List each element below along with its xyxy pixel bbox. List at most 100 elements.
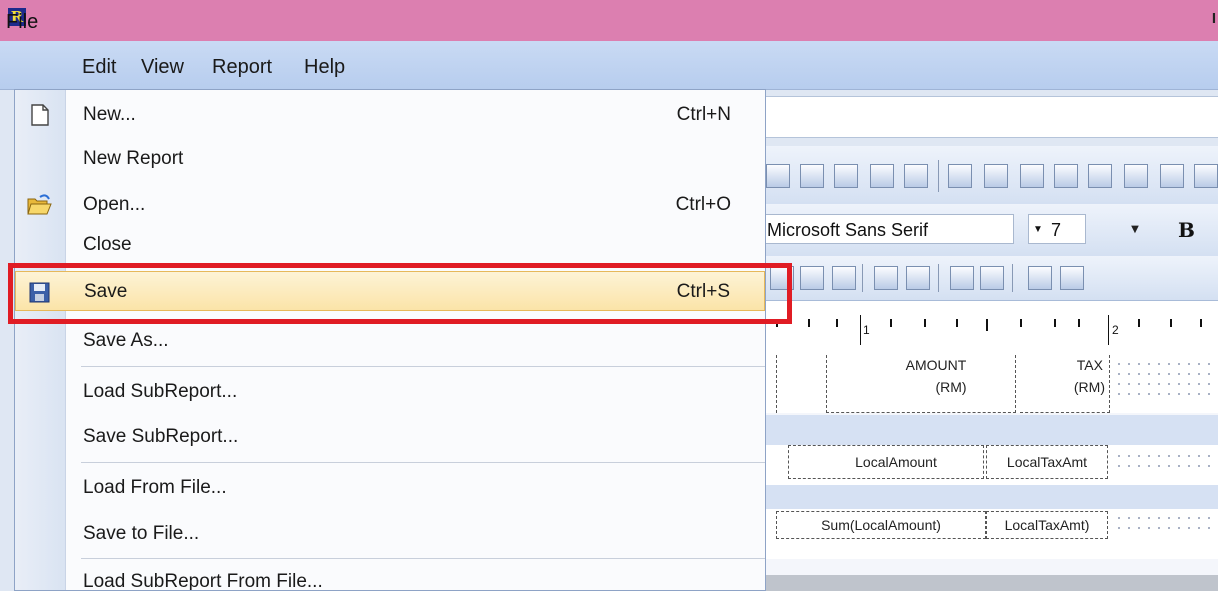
toolbar-button-icon[interactable] bbox=[1088, 164, 1112, 188]
menu-item-label: Close bbox=[83, 234, 132, 255]
address-area bbox=[764, 96, 1218, 138]
ruler-tick bbox=[808, 319, 810, 327]
menu-item-label: New... bbox=[83, 104, 136, 125]
toolbar-row-3 bbox=[764, 256, 1218, 301]
toolbar-button-icon[interactable] bbox=[1160, 164, 1184, 188]
menu-item-save-to-file[interactable]: Save to File... bbox=[15, 514, 765, 554]
menu-item-label: New Report bbox=[83, 148, 184, 169]
menu-file-label: File bbox=[6, 11, 39, 33]
ruler-tick bbox=[890, 319, 892, 327]
spacing-icon[interactable] bbox=[980, 266, 1004, 290]
font-size-combo[interactable]: 7 ▼ bbox=[1028, 214, 1086, 244]
open-folder-icon bbox=[27, 194, 52, 215]
align-bottom-icon[interactable] bbox=[832, 266, 856, 290]
amount-header-field[interactable]: AMOUNT (RM) bbox=[826, 355, 1016, 413]
menu-item-label: Load SubReport... bbox=[83, 381, 238, 402]
ruler-tick bbox=[986, 319, 988, 331]
menu-item-new[interactable]: New... Ctrl+N bbox=[15, 95, 765, 135]
ruler-tick bbox=[836, 319, 838, 327]
align-left-icon[interactable] bbox=[874, 266, 898, 290]
local-amount-label: LocalAmount bbox=[855, 454, 937, 470]
ruler-tick bbox=[1108, 315, 1109, 345]
menu-bar: Edit View Report Help bbox=[0, 41, 1218, 90]
menu-edit[interactable]: Edit bbox=[82, 55, 116, 79]
local-tax-field[interactable]: LocalTaxAmt bbox=[986, 445, 1108, 479]
chevron-down-icon: ▼ bbox=[1033, 224, 1043, 235]
bold-button[interactable]: B bbox=[1178, 218, 1195, 242]
field-stub bbox=[776, 355, 796, 413]
menu-item-label: Load From File... bbox=[83, 477, 227, 498]
amount-header-label: AMOUNT bbox=[905, 357, 967, 373]
ruler-tick bbox=[1078, 319, 1080, 327]
align-top-icon[interactable] bbox=[800, 266, 824, 290]
ruler-tick bbox=[1138, 319, 1140, 327]
toolbar-button-icon[interactable] bbox=[766, 164, 790, 188]
toolbar-separator bbox=[862, 264, 863, 292]
tax-header-field[interactable]: TAX (RM) bbox=[1020, 355, 1110, 413]
menu-view[interactable]: View bbox=[141, 55, 184, 79]
sum-amount-field[interactable]: Sum(LocalAmount) bbox=[776, 511, 986, 539]
report-design-area: AMOUNT (RM) TAX (RM) LocalAmount LocalTa… bbox=[764, 345, 1218, 591]
grid-dots bbox=[1114, 513, 1214, 535]
bottom-band bbox=[764, 575, 1218, 591]
toolbar-button-icon[interactable] bbox=[1124, 164, 1148, 188]
spacing-icon[interactable] bbox=[950, 266, 974, 290]
toolbar-separator bbox=[938, 160, 939, 192]
local-amount-field[interactable]: LocalAmount bbox=[788, 445, 984, 479]
menu-item-open[interactable]: Open... Ctrl+O bbox=[15, 185, 765, 225]
toolbar-button-icon[interactable] bbox=[800, 164, 824, 188]
toolbar-button-icon[interactable] bbox=[984, 164, 1008, 188]
ruler-tick bbox=[1054, 319, 1056, 327]
ruler-tick bbox=[860, 315, 861, 345]
title-text: I bbox=[1211, 10, 1216, 27]
menu-item-save-as[interactable]: Save As... bbox=[15, 321, 765, 361]
font-size-value: 7 bbox=[1051, 220, 1062, 240]
size-icon[interactable] bbox=[1060, 266, 1084, 290]
menu-item-new-report[interactable]: New Report bbox=[15, 139, 765, 179]
ruler-mark-2: 2 bbox=[1112, 323, 1119, 337]
pin-icon[interactable] bbox=[1194, 164, 1218, 188]
ruler-tick bbox=[1020, 319, 1022, 327]
menu-item-load-from-file[interactable]: Load From File... bbox=[15, 468, 765, 508]
align-right-icon[interactable] bbox=[906, 266, 930, 290]
menu-item-save-subreport[interactable]: Save SubReport... bbox=[15, 417, 765, 457]
band-footer-strip bbox=[764, 485, 1218, 509]
sum-tax-label: LocalTaxAmt) bbox=[1004, 517, 1090, 533]
ruler-mark-1: 1 bbox=[863, 323, 870, 337]
file-menu-dropdown: New... Ctrl+N New Report Open... Ctrl+O … bbox=[14, 89, 766, 591]
ruler-tick bbox=[1170, 319, 1172, 327]
toolbar-button-icon[interactable] bbox=[1020, 164, 1044, 188]
sum-amount-label: Sum(LocalAmount) bbox=[821, 517, 941, 533]
menu-item-load-subreport-from-file[interactable]: Load SubReport From File... bbox=[15, 562, 765, 591]
menu-item-label: Save SubReport... bbox=[83, 426, 239, 447]
grid-dots bbox=[1114, 451, 1214, 475]
toolbar-button-icon[interactable] bbox=[1054, 164, 1078, 188]
grid-dots bbox=[1114, 359, 1214, 399]
toolbar-button-icon[interactable] bbox=[904, 164, 928, 188]
ruler-tick bbox=[924, 319, 926, 327]
menu-help[interactable]: Help bbox=[304, 55, 345, 79]
toolbar-separator bbox=[938, 264, 939, 292]
font-name-combo[interactable]: Microsoft Sans Serif bbox=[764, 214, 1014, 244]
sum-tax-field[interactable]: LocalTaxAmt) bbox=[986, 511, 1108, 539]
size-icon[interactable] bbox=[1028, 266, 1052, 290]
toolbar-row-2: Microsoft Sans Serif 7 ▼ ▼ B bbox=[764, 204, 1218, 257]
menu-item-label: Save As... bbox=[83, 330, 169, 351]
toolbar-button-icon[interactable] bbox=[834, 164, 858, 188]
menu-item-load-subreport[interactable]: Load SubReport... bbox=[15, 372, 765, 412]
menu-item-label: Open... bbox=[83, 194, 146, 215]
band-header-strip bbox=[764, 415, 1218, 445]
local-tax-label: LocalTaxAmt bbox=[1006, 454, 1088, 470]
toolbar-button-icon[interactable] bbox=[870, 164, 894, 188]
toolbar-separator bbox=[1012, 264, 1013, 292]
menu-separator bbox=[81, 558, 765, 559]
ruler-tick bbox=[1200, 319, 1202, 327]
menu-separator bbox=[81, 366, 765, 367]
menu-item-label: Load SubReport From File... bbox=[83, 571, 323, 591]
menu-item-close[interactable]: Close bbox=[15, 225, 765, 265]
menu-item-shortcut: Ctrl+O bbox=[675, 194, 731, 215]
ruler-tick bbox=[956, 319, 958, 327]
chevron-down-icon[interactable]: ▼ bbox=[1126, 216, 1144, 244]
menu-report[interactable]: Report bbox=[212, 55, 272, 79]
toolbar-button-icon[interactable] bbox=[948, 164, 972, 188]
